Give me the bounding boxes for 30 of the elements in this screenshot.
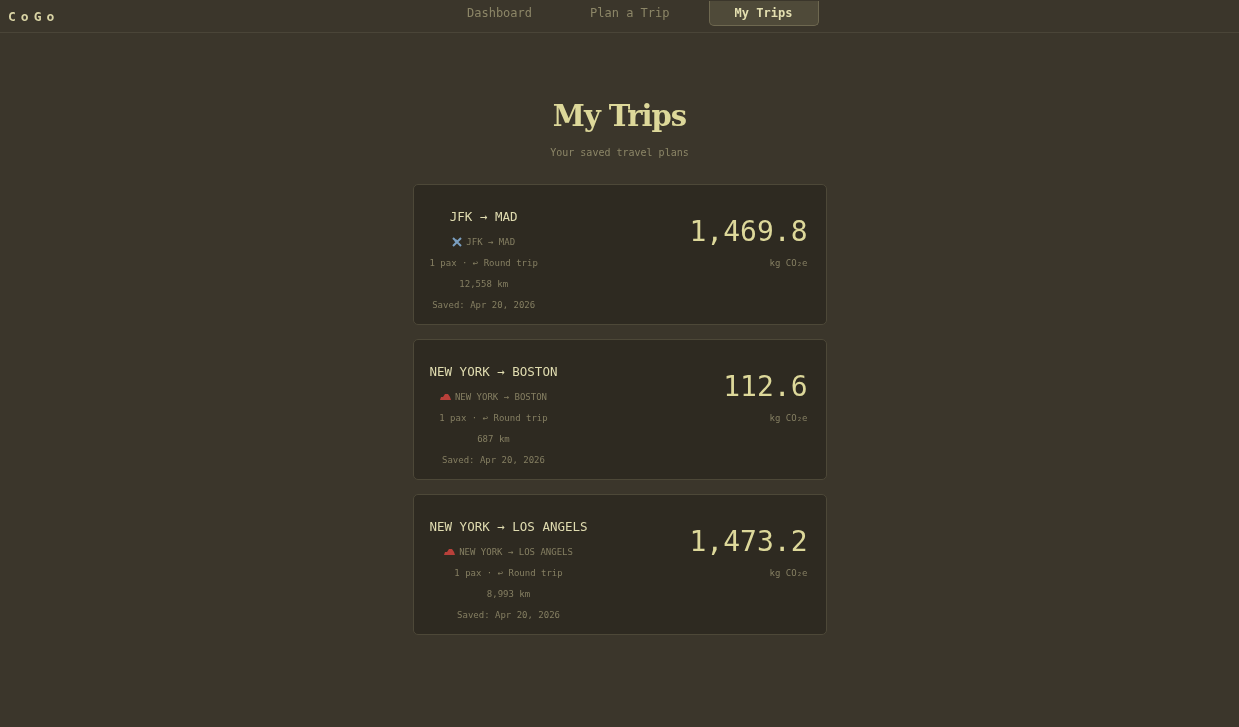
car-icon [439, 393, 451, 401]
trip-card[interactable]: JFK → MAD JFK → MAD 1 pax · ↩ Round trip 12,558 km Saved: Apr 20, 2026 1,469.8 kg CO₂e [412, 184, 827, 325]
emission-unit: kg CO₂e [769, 413, 808, 423]
saved-date: Saved: Apr 20, 2026 [442, 455, 545, 465]
trip-title: NEW YORK → BOSTON [429, 364, 558, 379]
trip-distance: 687 km [477, 434, 510, 444]
trip-details: 1 pax · ↩ Round trip [454, 568, 563, 578]
page-title: My Trips [552, 99, 687, 133]
saved-date: Saved: Apr 20, 2026 [432, 300, 536, 310]
emission-unit: kg CO₂e [769, 258, 808, 268]
trip-details: 1 pax · ↩ Round trip [429, 258, 538, 268]
trip-card[interactable]: NEW YORK → LOS ANGELS NEW YORK → LOS ANGELS 1 pax · ↩ Round trip 8,993 km Saved: Apr 20, 2026 1,473.2 kg CO₂e [412, 494, 827, 635]
trip-title: JFK → MAD [449, 209, 518, 224]
car-icon [444, 548, 456, 556]
emission-value: 1,473.2 [689, 525, 808, 558]
trip-distance: 8,993 km [486, 589, 531, 599]
emission-value: 1,469.8 [689, 215, 808, 248]
route-text: NEW YORK → LOS ANGELS [459, 547, 573, 557]
emission-value: 112.6 [723, 370, 808, 403]
route-text: NEW YORK → BOSTON [454, 392, 548, 402]
trip-card[interactable]: NEW YORK → BOSTON NEW YORK → BOSTON 1 pax · ↩ Round trip 687 km Saved: Apr 20, 2026 112.6 kg CO₂e [412, 339, 827, 480]
emission-unit: kg CO₂e [769, 568, 808, 578]
saved-date: Saved: Apr 20, 2026 [457, 610, 560, 620]
route-text: JFK → MAD [466, 237, 516, 247]
page-subtitle: Your saved travel plans [550, 147, 689, 158]
trip-distance: 12,558 km [459, 279, 509, 289]
trip-details: 1 pax · ↩ Round trip [439, 413, 548, 423]
trip-title: NEW YORK → LOS ANGELS [429, 519, 588, 534]
nav-tab[interactable]: My Trips [708, 0, 819, 26]
brand-logo[interactable]: CoGo [8, 8, 448, 24]
